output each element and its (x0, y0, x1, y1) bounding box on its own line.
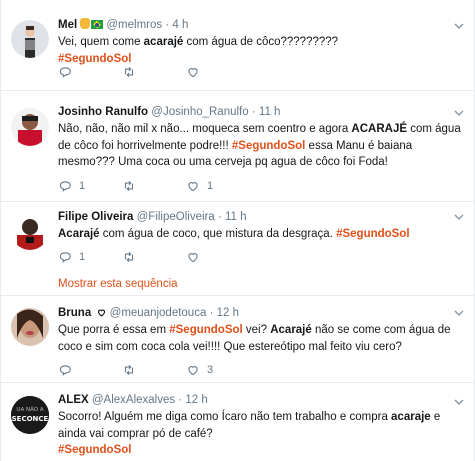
avatar[interactable] (11, 108, 49, 146)
like-icon (188, 366, 198, 376)
tweet[interactable]: Josinho Ranulfo @Josinho_Ranulfo · 11 h … (1, 91, 474, 202)
reply-icon (59, 365, 71, 376)
tweet-actions: 1 1 (58, 178, 250, 194)
tweet-text: Não, não, não mil x não... moqueca sem c… (58, 121, 466, 171)
tweet-text-segment: Não, não, não mil x não... moqueca sem c… (58, 123, 352, 135)
display-name[interactable]: Mel (58, 19, 77, 31)
tweet-text: Socorro! Alguém me diga como Ícaro não t… (58, 409, 466, 459)
display-name[interactable]: ALEX (58, 394, 89, 406)
retweet-button[interactable] (122, 65, 186, 79)
tweet-text-segment: Que porra é essa em (58, 324, 170, 336)
keyword: acarajé (143, 36, 184, 48)
timestamp[interactable]: 11 h (259, 106, 281, 118)
timestamp[interactable]: 12 h (217, 307, 239, 319)
tweet-text-segment: vei? (242, 324, 271, 336)
reply-icon (59, 252, 71, 263)
like-button[interactable] (186, 65, 250, 79)
timestamp[interactable]: 4 h (172, 19, 188, 31)
reply-icon (59, 67, 71, 78)
hashtag-link[interactable]: #SegundoSol (232, 140, 305, 152)
tweet[interactable]: Mel @melmros · 4 h Vei, quem come acaraj… (1, 0, 474, 91)
like-button[interactable] (186, 250, 250, 264)
avatar-text-line-2: SECONCE (12, 415, 49, 423)
tweet[interactable]: UA NÃO A SECONCE ALEX @AlexAlexalves · 1… (1, 383, 474, 461)
tweet-actions: 3 (58, 362, 250, 378)
avatar-text-line-1: UA NÃO A (16, 406, 43, 413)
display-name[interactable]: Josinho Ranulfo (58, 106, 148, 118)
tweet-text-segment: com água de côco????????? (183, 36, 339, 48)
retweet-icon (124, 251, 134, 263)
tweet-text: Que porra é essa em #SegundoSol vei? Aca… (58, 322, 466, 355)
tweet-text-segment: Vei, quem come (58, 36, 144, 48)
retweet-icon (124, 66, 134, 78)
retweet-button[interactable] (122, 179, 186, 193)
reply-button[interactable]: 1 (58, 250, 122, 264)
like-button[interactable]: 3 (186, 363, 250, 377)
timeline: Mel @melmros · 4 h Vei, quem come acaraj… (0, 0, 475, 461)
tweet-actions (58, 64, 250, 80)
tweet-header: Mel @melmros · 4 h (58, 18, 189, 31)
tweet-text-segment: com água de coco, que mistura da desgraç… (99, 228, 337, 240)
avatar[interactable] (11, 308, 49, 346)
heart-icon (98, 309, 106, 317)
keyword: ACARAJÉ (351, 123, 408, 135)
reply-button[interactable]: 1 (58, 179, 122, 193)
username[interactable]: @meuanjodetouca (110, 307, 207, 319)
show-thread-link[interactable]: Mostrar esta sequência (58, 278, 178, 290)
hashtag-link[interactable]: #SegundoSol (336, 228, 409, 240)
like-icon (188, 182, 198, 192)
hashtag-link[interactable]: #SegundoSol (58, 444, 131, 456)
like-icon (188, 253, 198, 263)
timestamp[interactable]: 12 h (185, 394, 207, 406)
display-name[interactable]: Bruna (58, 307, 91, 319)
reply-icon (59, 181, 71, 192)
display-name[interactable]: Filipe Oliveira (58, 211, 133, 223)
hand-emoji-icon (80, 18, 91, 29)
avatar[interactable]: UA NÃO A SECONCE (11, 396, 49, 434)
retweet-button[interactable] (122, 250, 186, 264)
hashtag-link[interactable]: #SegundoSol (58, 53, 131, 65)
hashtag-link[interactable]: #SegundoSol (169, 324, 242, 336)
tweet-header: Josinho Ranulfo @Josinho_Ranulfo · 11 h (58, 106, 281, 118)
username[interactable]: @Josinho_Ranulfo (151, 106, 248, 118)
keyword: acaraje (391, 411, 431, 423)
tweet-text-segment: Socorro! Alguém me diga como Ícaro não t… (58, 411, 392, 423)
username[interactable]: @FilipeOliveira (137, 211, 215, 223)
tweet-header: ALEX @AlexAlexalves · 12 h (58, 394, 208, 406)
keyword: Acarajé (58, 228, 100, 240)
like-icon (188, 68, 198, 78)
reply-button[interactable] (58, 65, 122, 79)
tweet-header: Filipe Oliveira @FilipeOliveira · 11 h (58, 211, 247, 223)
timestamp[interactable]: 11 h (225, 211, 247, 223)
username[interactable]: @melmros (106, 19, 162, 31)
keyword: Acarajé (270, 324, 312, 336)
like-button[interactable]: 1 (186, 179, 250, 193)
avatar[interactable] (11, 20, 49, 58)
brazil-flag-icon (91, 20, 104, 29)
tweet-header: Bruna @meuanjodetouca · 12 h (58, 307, 239, 319)
username[interactable]: @AlexAlexalves (92, 394, 175, 406)
retweet-button[interactable] (122, 363, 186, 377)
retweet-icon (124, 180, 134, 192)
avatar[interactable] (11, 212, 49, 250)
tweet-actions: 1 (58, 249, 250, 265)
tweet-text: Vei, quem come acarajé com água de côco?… (58, 34, 466, 67)
tweet[interactable]: Filipe Oliveira @FilipeOliveira · 11 h A… (1, 202, 474, 296)
tweet-text: Acarajé com água de coco, que mistura da… (58, 226, 466, 243)
reply-button[interactable] (58, 363, 122, 377)
tweet[interactable]: Bruna @meuanjodetouca · 12 h Que porra é… (1, 296, 474, 383)
retweet-icon (124, 364, 134, 376)
